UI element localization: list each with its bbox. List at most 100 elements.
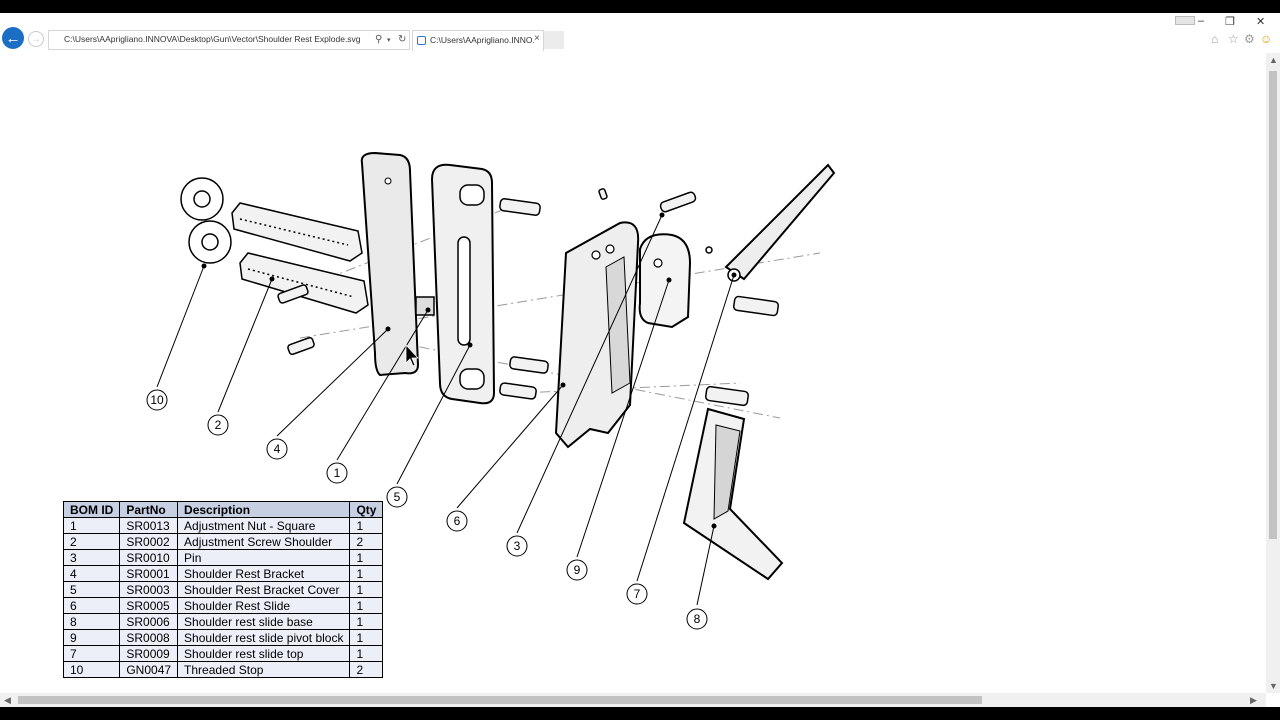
address-text[interactable]: C:\Users\AAprigliano.INNOVA\Desktop\Gun\… [64, 34, 364, 44]
bom-cell-description: Adjustment Nut - Square [177, 517, 351, 534]
restore-button[interactable]: ❐ [1225, 15, 1235, 28]
bom-cell-description: Shoulder rest slide base [177, 613, 351, 630]
bom-cell-description: Adjustment Screw Shoulder [177, 533, 351, 550]
slide-parts [554, 163, 836, 581]
bom-row: 10 GN0047 Threaded Stop 2 [62, 661, 384, 678]
window-menu-icon[interactable] [1175, 16, 1195, 25]
bom-row: 6 SR0005 Shoulder Rest Slide 1 [62, 597, 384, 614]
new-tab-button[interactable] [544, 31, 564, 49]
bom-cell-description: Threaded Stop [177, 661, 351, 678]
callout-label: 5 [394, 490, 401, 504]
bom-cell-id: 5 [62, 581, 121, 598]
page-icon [417, 36, 426, 45]
home-icon[interactable]: ⌂ [1211, 32, 1218, 46]
bom-header-id: BOM ID [62, 501, 121, 518]
callout-label: 7 [634, 587, 641, 601]
scroll-right-icon[interactable]: ▶ [1250, 695, 1257, 706]
back-button[interactable]: ← [2, 27, 24, 49]
bom-cell-qty: 1 [349, 517, 384, 534]
bracket-parts [360, 151, 496, 405]
callout-6[interactable]: 6 [446, 510, 468, 532]
bom-row: 4 SR0001 Shoulder Rest Bracket 1 [62, 565, 384, 582]
vertical-scrollbar[interactable]: ▲ ▼ [1266, 53, 1280, 693]
bom-cell-description: Shoulder rest slide pivot block [177, 629, 351, 646]
bom-table: BOM ID PartNo Description Qty 1 SR0013 Adj… [62, 501, 384, 678]
bom-cell-partno: SR0008 [119, 629, 179, 646]
minimize-button[interactable]: – [1198, 15, 1204, 27]
callout-4[interactable]: 4 [266, 438, 288, 460]
bom-cell-qty: 2 [349, 533, 384, 550]
horizontal-scrollbar[interactable]: ◀ ▶ [0, 693, 1266, 707]
callout-8[interactable]: 8 [686, 608, 708, 630]
callout-label: 10 [150, 393, 164, 407]
feedback-smiley-icon[interactable]: ☺ [1260, 32, 1272, 46]
callout-2[interactable]: 2 [207, 414, 229, 436]
bom-cell-description: Shoulder Rest Slide [177, 597, 351, 614]
bom-cell-partno: SR0005 [119, 597, 179, 614]
threaded-stop-parts [180, 177, 232, 264]
bom-cell-partno: SR0001 [119, 565, 179, 582]
bom-cell-qty: 1 [349, 549, 384, 566]
callout-9[interactable]: 9 [566, 559, 588, 581]
forward-arrow-icon: → [31, 33, 41, 45]
callout-3[interactable]: 3 [506, 535, 528, 557]
refresh-icon[interactable]: ↻ [398, 34, 406, 45]
bom-row: 3 SR0010 Pin 1 [62, 549, 384, 566]
back-arrow-icon: ← [5, 29, 21, 47]
settings-icon[interactable]: ⚙ [1244, 32, 1255, 46]
browser-window: ← → C:\Users\AAprigliano.INNOVA\Desktop\… [0, 13, 1280, 707]
address-bar[interactable]: C:\Users\AAprigliano.INNOVA\Desktop\Gun\… [48, 30, 410, 50]
callout-label: 1 [334, 466, 341, 480]
bom-cell-qty: 1 [349, 565, 384, 582]
bom-cell-id: 9 [62, 629, 121, 646]
callout-10[interactable]: 10 [146, 389, 168, 411]
bom-cell-id: 4 [62, 565, 121, 582]
bom-row: 2 SR0002 Adjustment Screw Shoulder 2 [62, 533, 384, 550]
scroll-left-icon[interactable]: ◀ [4, 695, 11, 706]
bom-cell-id: 6 [62, 597, 121, 614]
vertical-scroll-thumb[interactable] [1269, 71, 1277, 539]
callout-label: 9 [574, 563, 581, 577]
callout-label: 6 [454, 514, 461, 528]
bom-header-row: BOM ID PartNo Description Qty [62, 501, 384, 518]
tab-close-icon[interactable]: × [534, 33, 540, 44]
horizontal-scroll-thumb[interactable] [18, 696, 982, 704]
scroll-down-icon[interactable]: ▼ [1269, 681, 1278, 691]
bom-cell-id: 1 [62, 517, 121, 534]
callout-5[interactable]: 5 [386, 486, 408, 508]
bom-cell-id: 8 [62, 613, 121, 630]
callout-1[interactable]: 1 [326, 462, 348, 484]
callout-label: 4 [274, 442, 281, 456]
bom-cell-qty: 2 [349, 661, 384, 678]
close-window-button[interactable]: ✕ [1256, 15, 1265, 28]
bom-cell-qty: 1 [349, 581, 384, 598]
bom-cell-description: Shoulder Rest Bracket Cover [177, 581, 351, 598]
bom-cell-qty: 1 [349, 597, 384, 614]
bom-row: 8 SR0006 Shoulder rest slide base 1 [62, 613, 384, 630]
bom-cell-partno: SR0013 [119, 517, 179, 534]
bom-row: 5 SR0003 Shoulder Rest Bracket Cover 1 [62, 581, 384, 598]
scroll-up-icon[interactable]: ▲ [1269, 55, 1278, 65]
bom-cell-id: 10 [62, 661, 121, 678]
bom-cell-id: 2 [62, 533, 121, 550]
search-icon[interactable]: ⚲ [375, 34, 382, 45]
bom-cell-partno: SR0009 [119, 645, 179, 662]
bom-cell-partno: SR0006 [119, 613, 179, 630]
forward-button[interactable]: → [28, 31, 44, 47]
bom-row: 1 SR0013 Adjustment Nut - Square 1 [62, 517, 384, 534]
dropdown-icon[interactable]: ▾ [387, 36, 391, 44]
bom-cell-description: Shoulder Rest Bracket [177, 565, 351, 582]
bom-cell-partno: SR0003 [119, 581, 179, 598]
bom-row: 7 SR0009 Shoulder rest slide top 1 [62, 645, 384, 662]
callout-7[interactable]: 7 [626, 583, 648, 605]
callout-label: 8 [694, 612, 701, 626]
favorites-icon[interactable]: ☆ [1228, 32, 1239, 46]
bom-header-partno: PartNo [119, 501, 179, 518]
bom-cell-partno: SR0002 [119, 533, 179, 550]
tab-shoulder-rest[interactable]: C:\Users\AAprigliano.INNO... × [412, 30, 544, 51]
tab-title: C:\Users\AAprigliano.INNO... [430, 35, 534, 45]
browser-chrome: ← → C:\Users\AAprigliano.INNOVA\Desktop\… [0, 13, 1280, 53]
callout-label: 2 [215, 418, 222, 432]
bom-cell-qty: 1 [349, 613, 384, 630]
bom-cell-id: 7 [62, 645, 121, 662]
